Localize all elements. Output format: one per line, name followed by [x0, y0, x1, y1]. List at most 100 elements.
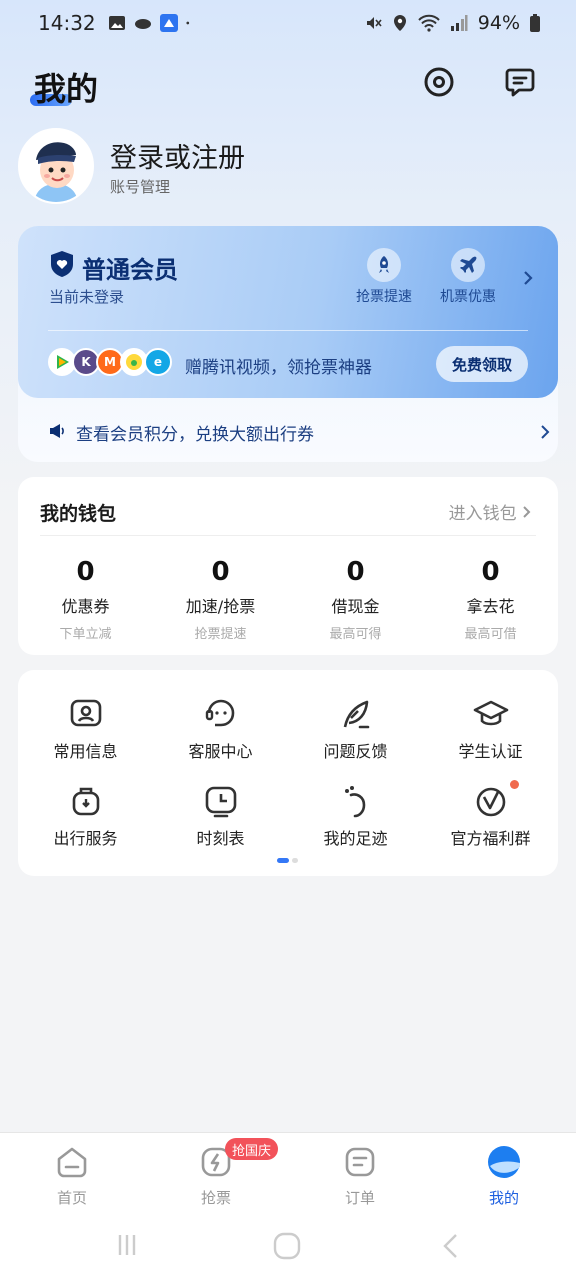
perk-ticket-speedup[interactable]: 抢票提速 — [344, 248, 424, 306]
bottom-nav: 首页 抢票 抢国庆 订单 我的 — [0, 1132, 576, 1218]
wallet-item-sub: 下单立减 — [59, 627, 112, 642]
service-label: 常用信息 — [53, 742, 118, 761]
page-dot-active — [277, 858, 289, 863]
back-icon[interactable] — [440, 1232, 460, 1260]
feather-pen-icon — [343, 700, 369, 729]
member-tier: 普通会员 — [82, 256, 178, 284]
customer-service-icon — [205, 699, 234, 727]
wallet-item-value: 0 — [211, 557, 230, 587]
service-travel[interactable]: 出行服务 — [18, 783, 153, 849]
nav-label: 首页 — [56, 1189, 87, 1207]
settings-button[interactable] — [421, 64, 457, 100]
settings-ring-icon — [424, 67, 454, 97]
perk-flight-discount[interactable]: 机票优惠 — [428, 248, 508, 306]
service-timetable[interactable]: 时刻表 — [153, 783, 288, 849]
wallet-item-speedup[interactable]: 0 加速/抢票 抢票提速 — [153, 557, 288, 642]
page-title: 我的 — [34, 70, 99, 108]
service-label: 客服中心 — [188, 742, 253, 761]
wallet-item-label: 加速/抢票 — [185, 597, 256, 616]
service-feedback[interactable]: 问题反馈 — [288, 696, 423, 762]
service-customer-center[interactable]: 客服中心 — [153, 696, 288, 762]
home-icon — [57, 1147, 87, 1178]
points-text: 查看会员积分，兑换大额出行券 — [76, 425, 314, 445]
wallet-item-label: 优惠券 — [61, 597, 110, 616]
chevron-right-icon[interactable] — [522, 270, 534, 286]
luggage-icon — [72, 787, 99, 816]
wallet-item-cash-loan[interactable]: 0 借现金 最高可得 — [288, 557, 423, 642]
wallet-item-value: 0 — [346, 557, 365, 587]
promo-text: 赠腾讯视频，领抢票神器 — [185, 358, 372, 378]
wallet-card: 我的钱包 进入钱包 0 优惠券 下单立减 0 加速/抢票 抢票提速 0 借现金 … — [18, 477, 558, 655]
status-time: 14:32 — [38, 11, 96, 35]
welfare-group-icon — [476, 787, 505, 817]
service-student-auth[interactable]: 学生认证 — [423, 696, 558, 762]
graduation-cap-icon — [473, 700, 508, 726]
service-label: 出行服务 — [53, 829, 118, 848]
battery-icon — [530, 14, 540, 32]
enter-wallet-link[interactable]: 进入钱包 — [449, 499, 532, 524]
login-register-link[interactable]: 登录或注册 — [110, 136, 245, 175]
signal-icon — [450, 15, 468, 31]
status-bar: 14:32 94% — [0, 0, 576, 46]
more-notifications-dot-icon — [186, 21, 189, 25]
service-welfare-group[interactable]: 官方福利群 — [423, 780, 558, 849]
wallet-item-sub: 抢票提速 — [194, 627, 247, 642]
member-points-row[interactable]: 查看会员积分，兑换大额出行券 — [46, 418, 550, 448]
wallet-title: 我的钱包 — [40, 503, 117, 525]
page-header: 我的 — [0, 56, 576, 112]
airplane-icon — [460, 256, 477, 273]
megaphone-icon — [50, 424, 64, 438]
e-app-logo-icon: e — [144, 348, 172, 376]
enter-wallet-label: 进入钱包 — [448, 504, 517, 524]
wifi-icon — [418, 14, 440, 32]
profile-section[interactable]: 登录或注册 账号管理 — [18, 128, 558, 206]
location-icon — [393, 15, 406, 31]
nav-profile[interactable]: 我的 — [459, 1145, 549, 1208]
member-divider — [48, 330, 528, 331]
recent-apps-icon[interactable] — [114, 1232, 140, 1258]
message-button[interactable] — [502, 64, 538, 100]
service-label: 时刻表 — [196, 829, 245, 848]
nav-label: 订单 — [344, 1189, 375, 1207]
avatar[interactable] — [18, 128, 94, 204]
wallet-item-value: 0 — [481, 557, 500, 587]
wallet-item-sub: 最高可得 — [329, 627, 382, 642]
home-button-icon[interactable] — [273, 1232, 301, 1260]
page-dot — [292, 858, 298, 863]
mute-icon — [366, 17, 382, 29]
clock-icon — [205, 786, 236, 818]
nav-home[interactable]: 首页 — [27, 1145, 117, 1208]
member-card-container: 普通会员 当前未登录 抢票提速 机票优惠 K M e 赠腾讯视频，领抢票神器 免… — [18, 226, 558, 462]
wallet-item-sub: 最高可借 — [464, 627, 517, 642]
free-claim-button[interactable]: 免费领取 — [436, 346, 528, 382]
member-status: 当前未登录 — [49, 288, 125, 306]
profile-cloud-icon — [488, 1146, 520, 1178]
system-nav-bar — [0, 1218, 576, 1280]
footprint-icon — [344, 786, 365, 818]
service-common-info[interactable]: 常用信息 — [18, 696, 153, 762]
wallet-item-label: 借现金 — [331, 597, 380, 616]
service-label: 问题反馈 — [323, 742, 388, 761]
wallet-item-coupons[interactable]: 0 优惠券 下单立减 — [18, 557, 153, 642]
rocket-icon — [379, 256, 389, 273]
order-list-icon — [345, 1147, 375, 1177]
service-label: 学生认证 — [458, 742, 523, 761]
page-indicator — [277, 858, 298, 863]
notification-dot — [510, 780, 519, 789]
nav-orders[interactable]: 订单 — [315, 1145, 405, 1208]
member-card[interactable]: 普通会员 当前未登录 抢票提速 机票优惠 K M e 赠腾讯视频，领抢票神器 免… — [18, 226, 558, 398]
perk-label: 抢票提速 — [356, 289, 412, 305]
chevron-right-icon — [523, 506, 531, 518]
contact-card-icon — [70, 699, 101, 727]
wallet-divider — [40, 535, 536, 536]
wallet-item-credit[interactable]: 0 拿去花 最高可借 — [423, 557, 558, 642]
perk-label: 机票优惠 — [440, 289, 496, 305]
service-label: 我的足迹 — [323, 829, 388, 848]
service-footprints[interactable]: 我的足迹 — [288, 783, 423, 849]
avatar-illustration-icon — [20, 130, 92, 202]
app-notification-icon — [134, 19, 151, 29]
chat-bubble-icon — [505, 68, 535, 97]
battery-percent: 94% — [477, 12, 520, 34]
promo-badge: 抢国庆 — [225, 1138, 279, 1160]
nav-label: 抢票 — [200, 1189, 231, 1207]
